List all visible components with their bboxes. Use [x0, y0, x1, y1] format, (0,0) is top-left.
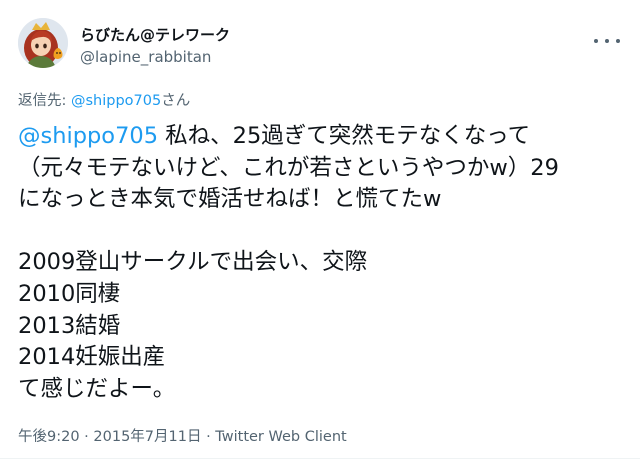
user-names: らびたん@テレワーク @lapine_rabbitan [80, 26, 230, 67]
more-horizontal-icon[interactable] [594, 31, 620, 51]
meta-separator: · [201, 429, 216, 445]
tweet-line: 2014妊娠出産 [18, 344, 166, 371]
tweet-line: （元々モテないけど、これが若さというやつかw）29 [18, 154, 559, 181]
tweet-line: になっとき本気で婚活せねば！と慌てたw [18, 186, 442, 213]
avatar-image [18, 18, 68, 68]
reply-suffix: さん [161, 93, 191, 109]
tweet-metadata: 午後9:20 · 2015年7月11日 · Twitter Web Client [18, 427, 347, 447]
dot [605, 39, 609, 43]
avatar[interactable] [18, 18, 68, 68]
tweet-text: @shippo705 私ね、25過ぎて突然モテなくなって （元々モテないけど、こ… [18, 121, 618, 405]
tweet-line: 2009登山サークルで出会い、交際 [18, 249, 368, 276]
dot [616, 39, 620, 43]
tweet-line: @shippo705 私ね、25過ぎて突然モテなくなって [18, 121, 618, 153]
tweet-date[interactable]: 2015年7月11日 [93, 429, 201, 445]
display-name[interactable]: らびたん@テレワーク [80, 26, 230, 44]
tweet: らびたん@テレワーク @lapine_rabbitan 返信先: @shippo… [0, 0, 640, 459]
tweet-header: らびたん@テレワーク @lapine_rabbitan [18, 13, 624, 73]
user-handle[interactable]: @lapine_rabbitan [80, 47, 230, 67]
tweet-client-link[interactable]: Twitter Web Client [215, 429, 346, 445]
tweet-time[interactable]: 午後9:20 [18, 429, 80, 445]
tweet-mention-link[interactable]: @shippo705 [18, 123, 158, 149]
tweet-line: 2013結婚 [18, 312, 121, 339]
tweet-text-segment: 私ね、25過ぎて突然モテなくなって [158, 123, 531, 149]
meta-separator: · [79, 429, 94, 445]
tweet-line: 2010同棲 [18, 280, 121, 307]
dot [594, 39, 598, 43]
reply-context: 返信先: @shippo705さん [18, 91, 190, 111]
reply-mention-link[interactable]: @shippo705 [71, 93, 161, 109]
reply-prefix: 返信先: [18, 93, 71, 109]
tweet-line: て感じだよー。 [18, 375, 176, 402]
